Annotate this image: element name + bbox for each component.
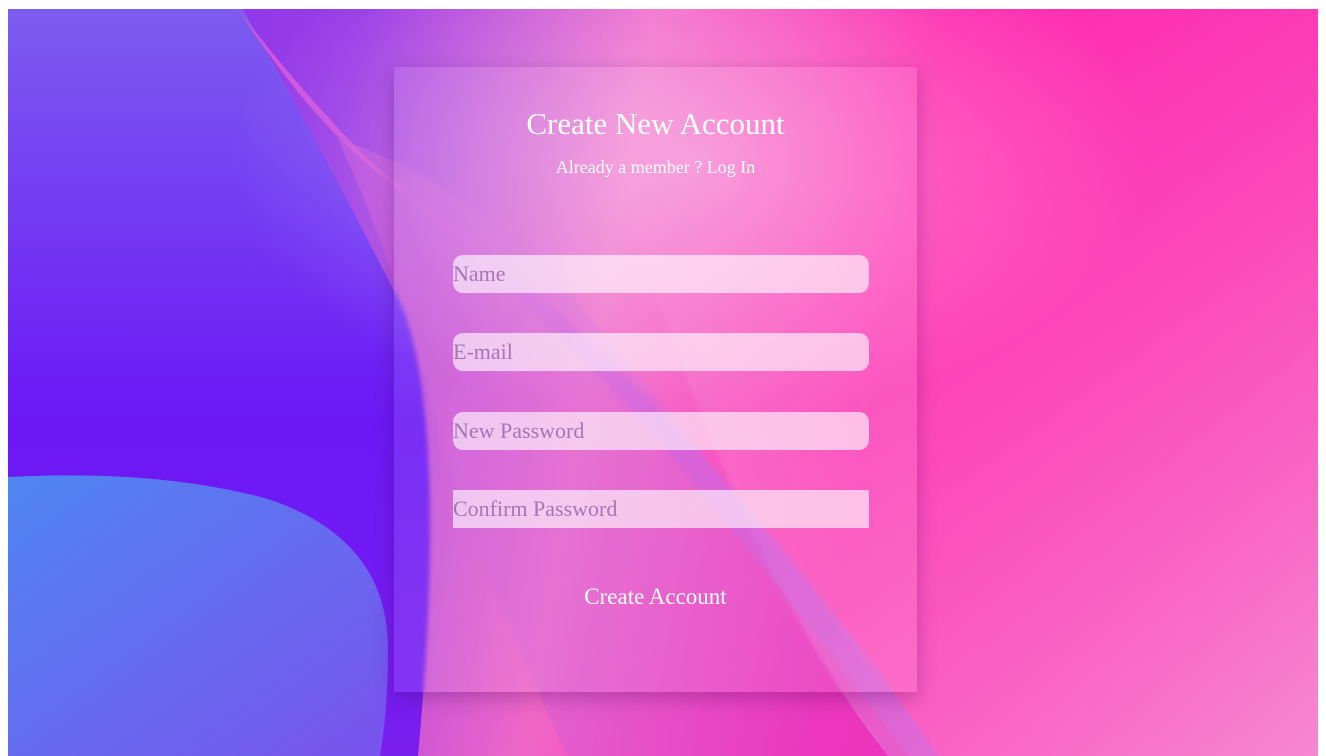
confirm-password-input[interactable]	[453, 490, 869, 528]
login-prompt-text: Already a member ?	[555, 157, 707, 177]
signup-card: Create New Account Already a member ? Lo…	[394, 67, 917, 692]
page-title: Create New Account	[526, 106, 785, 141]
page-background: Create New Account Already a member ? Lo…	[8, 9, 1318, 756]
login-link[interactable]: Log In	[707, 157, 756, 177]
name-input[interactable]	[453, 255, 869, 293]
new-password-input[interactable]	[453, 412, 869, 450]
email-input[interactable]	[453, 333, 869, 371]
login-prompt: Already a member ? Log In	[394, 155, 917, 179]
create-account-button[interactable]: Create Account	[394, 582, 917, 612]
